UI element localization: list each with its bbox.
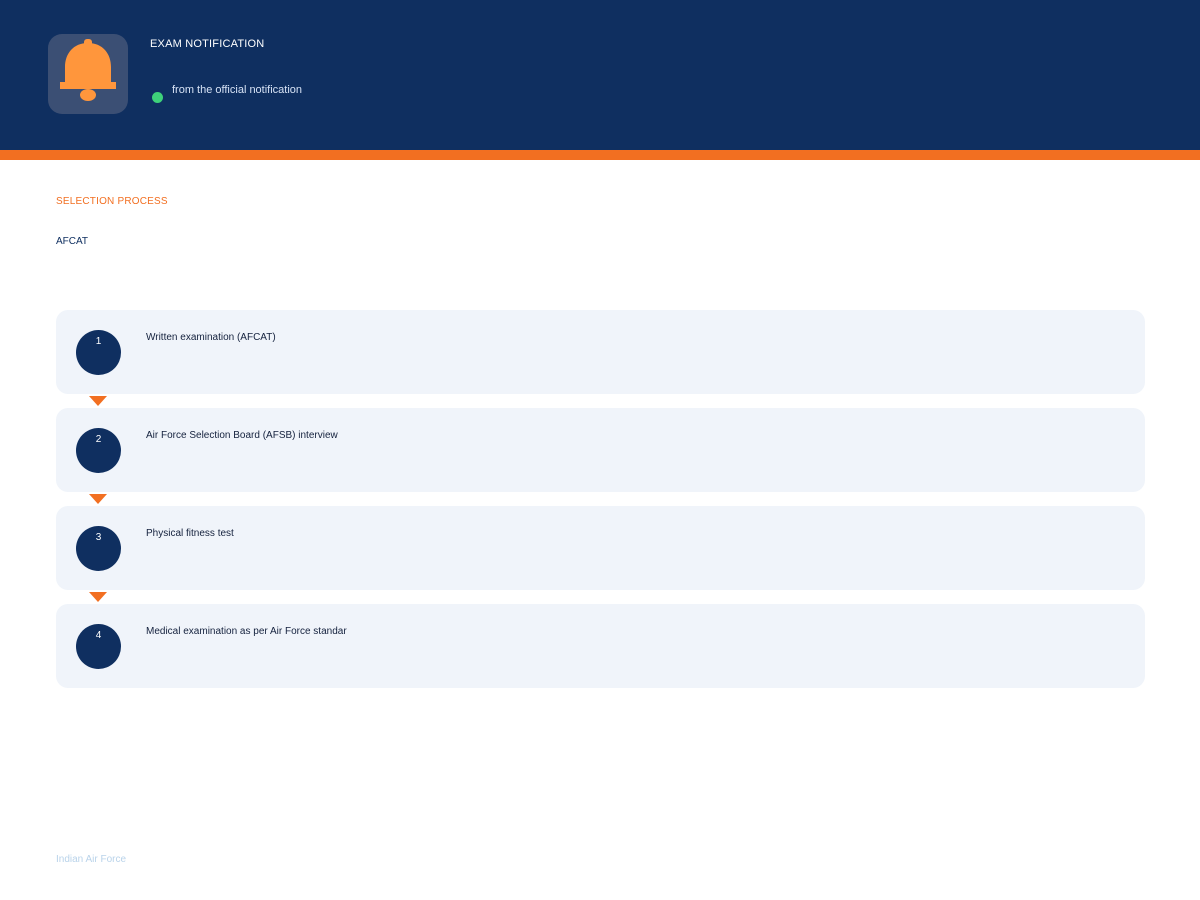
status-dot <box>152 92 163 103</box>
step-card: 2 Air Force Selection Board (AFSB) inter… <box>56 408 1145 492</box>
header-banner: EXAM NOTIFICATION from the official noti… <box>0 0 1200 150</box>
step-connector <box>56 492 1145 506</box>
arrow-down-icon <box>89 494 107 504</box>
step-number-badge: 3 <box>76 526 121 571</box>
arrow-down-icon <box>89 592 107 602</box>
step-text: Air Force Selection Board (AFSB) intervi… <box>146 430 338 441</box>
step-number-badge: 2 <box>76 428 121 473</box>
step-number: 2 <box>95 434 102 445</box>
steps-list: 1 Written examination (AFCAT) 2 Air Forc… <box>56 310 1145 688</box>
step-text: Medical examination as per Air Force sta… <box>146 626 347 637</box>
step-connector <box>56 590 1145 604</box>
header-subtitle: from the official notification <box>172 84 303 96</box>
step-number: 4 <box>95 630 102 641</box>
exam-name: AFCAT <box>56 236 89 247</box>
step-text: Written examination (AFCAT) <box>146 332 276 343</box>
page: EXAM NOTIFICATION from the official noti… <box>0 0 1200 900</box>
section-label: SELECTION PROCESS <box>56 196 168 207</box>
header-accent-stripe <box>0 150 1200 160</box>
bell-tile <box>48 34 128 114</box>
header-title: EXAM NOTIFICATION <box>150 38 265 50</box>
footer-text: Indian Air Force <box>56 854 127 865</box>
bell-icon <box>60 39 116 101</box>
step-number: 1 <box>95 336 102 347</box>
step-card: 3 Physical fitness test <box>56 506 1145 590</box>
step-card: 1 Written examination (AFCAT) <box>56 310 1145 394</box>
step-card: 4 Medical examination as per Air Force s… <box>56 604 1145 688</box>
step-number-badge: 4 <box>76 624 121 669</box>
arrow-down-icon <box>89 396 107 406</box>
step-number: 3 <box>95 532 102 543</box>
step-connector <box>56 394 1145 408</box>
step-text: Physical fitness test <box>146 528 234 539</box>
step-number-badge: 1 <box>76 330 121 375</box>
